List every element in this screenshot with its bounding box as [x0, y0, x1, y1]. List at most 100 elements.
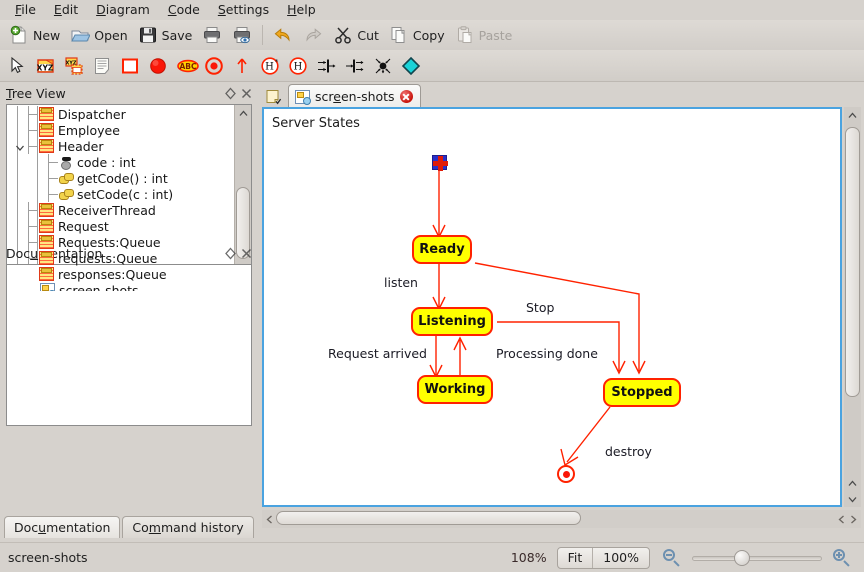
diagram-canvas[interactable]: Server States Ready Listening Working St… [262, 107, 842, 507]
tree-item-employee[interactable]: Employee [7, 122, 234, 138]
tree-item-content: ReceiverThread [39, 203, 156, 218]
deep-history-tool-button[interactable]: H * [256, 52, 284, 80]
state-copy-tool-button[interactable]: XYZ [60, 52, 88, 80]
zoom-slider[interactable] [692, 547, 822, 569]
float-dock-icon[interactable] [222, 85, 238, 101]
transition-tool-button[interactable] [228, 52, 256, 80]
zoom-slider-handle[interactable] [734, 549, 750, 566]
final-state-node[interactable] [557, 465, 575, 483]
initial-state-cross-h [433, 161, 448, 166]
note-tool-button[interactable] [88, 52, 116, 80]
menu-file[interactable]: File [6, 0, 45, 20]
tree-item-getcode-int[interactable]: getCode() : int [7, 170, 234, 186]
paste-button[interactable]: Paste [450, 22, 518, 48]
initial-state-tool-button[interactable] [144, 52, 172, 80]
up-arrow-icon [232, 56, 252, 76]
print-icon [202, 25, 222, 45]
tree-scroll-track[interactable] [236, 121, 250, 259]
edge-label-destroy: destroy [605, 444, 652, 459]
close-icon[interactable] [238, 245, 254, 261]
open-button[interactable]: Open [65, 22, 132, 48]
final-state-tool-button[interactable] [200, 52, 228, 80]
class-icon [39, 235, 54, 249]
redo-button[interactable] [298, 22, 328, 48]
canvas-vertical-scrollbar[interactable] [844, 107, 861, 507]
tree-item-code-int[interactable]: code : int [7, 154, 234, 170]
menu-diagram[interactable]: Diagram [87, 0, 159, 20]
tree-elbow [28, 146, 38, 147]
canvas-scroll-right-arrow[interactable] [848, 513, 859, 525]
state-node-working[interactable]: Working [417, 375, 493, 404]
canvas-scroll-down-arrow[interactable] [844, 491, 861, 507]
tree-scroll-up-arrow[interactable] [235, 105, 251, 121]
tab-documentation[interactable]: Doc u mentation [4, 516, 121, 538]
choice-tool-button[interactable] [396, 52, 424, 80]
canvas-scroll-track[interactable] [845, 123, 860, 475]
state-node-listening[interactable]: Listening [411, 307, 493, 336]
tree-item-label: code : int [77, 154, 136, 170]
canvas-hscroll-thumb[interactable] [276, 511, 581, 525]
canvas-horizontal-scrollbar[interactable] [262, 510, 861, 528]
menu-edit[interactable]: Edit [45, 0, 87, 20]
cut-button[interactable]: Cut [328, 22, 384, 48]
tree-item-dispatcher[interactable]: Dispatcher [7, 106, 234, 122]
menu-help[interactable]: Help [278, 0, 325, 20]
print-button[interactable] [197, 22, 227, 48]
initial-state-marker[interactable] [432, 155, 448, 171]
print-preview-button[interactable] [227, 22, 257, 48]
attribute-icon [59, 155, 73, 170]
tree-item-content: code : int [59, 155, 136, 170]
zoom-100-button[interactable]: 100% [593, 548, 649, 568]
join-tool-button[interactable] [312, 52, 340, 80]
final-state-inner-dot [562, 470, 570, 478]
close-tab-icon[interactable] [399, 90, 413, 103]
tab-screen-shots[interactable]: screen-shots [288, 84, 421, 108]
svg-text:ABC: ABC [179, 62, 197, 71]
copy-button-label: Copy [412, 27, 445, 43]
tree-expander-expanded[interactable] [15, 141, 25, 151]
tree-elbow [48, 178, 58, 179]
tree-item-content: Requests:Queue [39, 235, 161, 250]
text-tool-button[interactable]: ABC [172, 52, 200, 80]
tree-item-label: setCode(c : int) [77, 186, 174, 202]
shallow-history-tool-button[interactable]: H [284, 52, 312, 80]
tree-item-request[interactable]: Request [7, 218, 234, 234]
select-tool-button[interactable] [4, 52, 32, 80]
canvas-scroll-up-arrow-2[interactable] [844, 475, 861, 491]
fit-button[interactable]: Fit [558, 548, 593, 568]
edge-label-stop: Stop [526, 300, 555, 315]
tree-item-setcode-c-int[interactable]: setCode(c : int) [7, 186, 234, 202]
copy-button[interactable]: Copy [384, 22, 450, 48]
xyz-note-tool-button[interactable]: XYZ [32, 52, 60, 80]
junction-tool-button[interactable] [368, 52, 396, 80]
menu-code[interactable]: Code [159, 0, 209, 20]
fork-tool-button[interactable] [340, 52, 368, 80]
scissors-icon [333, 25, 353, 45]
tree-guide-line [37, 170, 38, 186]
canvas-scroll-left-arrow[interactable] [264, 513, 275, 525]
new-button[interactable]: New [4, 22, 65, 48]
close-icon[interactable] [238, 85, 254, 101]
zoom-out-icon[interactable] [662, 548, 682, 568]
tree-item-header[interactable]: Header [7, 138, 234, 154]
menu-settings[interactable]: Settings [209, 0, 278, 20]
tree-item-receiverthread[interactable]: ReceiverThread [7, 202, 234, 218]
state-node-stopped[interactable]: Stopped [603, 378, 681, 407]
save-button[interactable]: Save [133, 22, 198, 48]
state-node-ready[interactable]: Ready [412, 235, 472, 264]
tree-guide-line [17, 202, 18, 218]
zoom-in-icon[interactable] [832, 548, 852, 568]
print-preview-icon [232, 25, 252, 45]
tree-view-title: Tree View [6, 85, 66, 101]
canvas-scroll-left-arrow-2[interactable] [836, 513, 847, 525]
canvas-scroll-thumb[interactable] [845, 127, 860, 397]
tree-item-label: Request [58, 218, 109, 234]
undo-button[interactable] [268, 22, 298, 48]
new-tab-icon[interactable] [262, 86, 286, 108]
open-folder-icon [70, 25, 92, 45]
diamond-icon [400, 56, 421, 76]
rectangle-tool-button[interactable] [116, 52, 144, 80]
canvas-scroll-up-arrow[interactable] [844, 107, 861, 123]
tab-command-history[interactable]: Co m mand history [122, 516, 254, 538]
float-dock-icon[interactable] [222, 245, 238, 261]
